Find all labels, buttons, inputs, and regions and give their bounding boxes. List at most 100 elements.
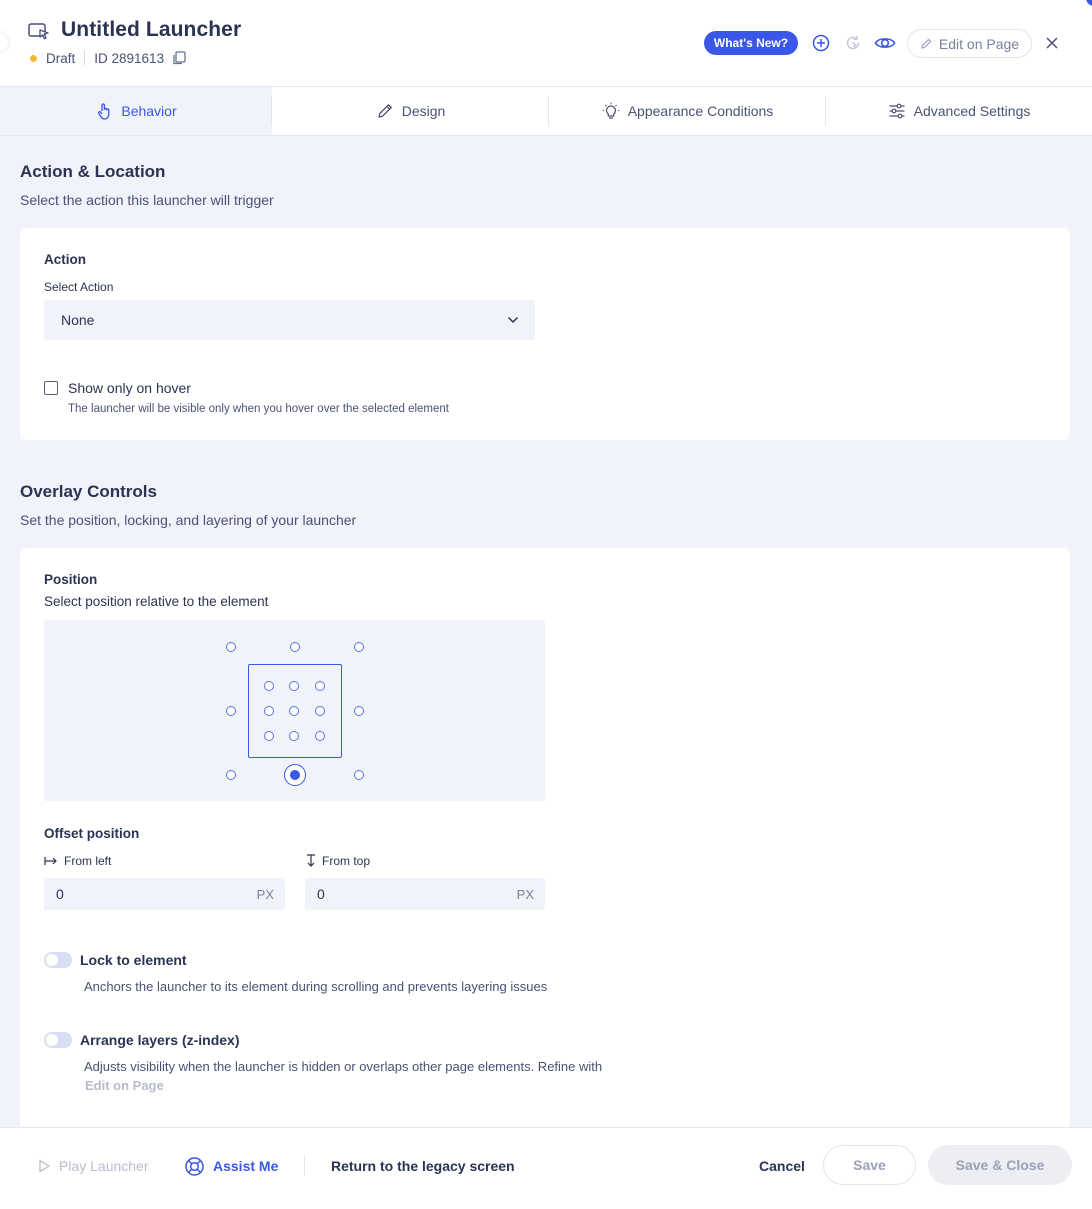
status-row: Draft ID 2891613 [30, 49, 186, 67]
tab-design[interactable]: Design [272, 87, 549, 135]
position-bottom-center[interactable] [284, 764, 306, 786]
position-top-left[interactable] [226, 642, 236, 652]
from-top-value: 0 [317, 886, 325, 902]
section-title-overlay-controls: Overlay Controls [20, 482, 157, 501]
from-top-unit: PX [516, 886, 534, 902]
return-legacy-link[interactable]: Return to the legacy screen [331, 1156, 515, 1176]
save-and-close-button[interactable]: Save & Close [928, 1145, 1072, 1185]
position-bottom-left[interactable] [226, 770, 236, 780]
sliders-icon [889, 103, 905, 119]
arrow-right-bar-icon [44, 857, 57, 865]
page-title[interactable]: Untitled Launcher [61, 18, 241, 42]
from-top-input[interactable]: 0 PX [305, 878, 545, 910]
copy-icon[interactable] [172, 51, 186, 65]
tab-advanced-label: Advanced Settings [913, 103, 1031, 119]
pointer-hand-icon [98, 103, 110, 120]
position-inner-bottom-center[interactable] [289, 731, 299, 741]
launcher-id: ID 2891613 [94, 50, 165, 66]
add-circle-icon[interactable] [811, 33, 831, 53]
select-action-label: Select Action [44, 280, 114, 294]
arrow-down-bar-icon [307, 854, 315, 867]
section-subtitle-overlay-controls: Set the position, locking, and layering … [20, 512, 357, 528]
tab-appearance-conditions[interactable]: Appearance Conditions [549, 87, 826, 135]
position-inner-top-right[interactable] [315, 681, 325, 691]
from-left-input[interactable]: 0 PX [44, 878, 285, 910]
tab-advanced-settings[interactable]: Advanced Settings [826, 87, 1092, 135]
divider [304, 1156, 305, 1176]
select-action-dropdown[interactable]: None [44, 300, 535, 340]
from-top-label-row: From top [306, 854, 370, 868]
lifebuoy-icon [185, 1156, 204, 1176]
from-left-unit: PX [256, 886, 274, 902]
behavior-panel[interactable]: Action & Location Select the action this… [0, 136, 1092, 1127]
lock-to-element-toggle[interactable] [44, 952, 72, 968]
position-inner-top-left[interactable] [264, 681, 274, 691]
tab-behavior-label: Behavior [121, 103, 177, 119]
play-icon [39, 1159, 50, 1173]
edit-on-page-link[interactable]: Edit on Page [85, 1078, 164, 1093]
status-text: Draft [46, 50, 76, 66]
play-launcher-button[interactable]: Play Launcher [37, 1156, 149, 1176]
lock-to-element-description: Anchors the launcher to its element duri… [84, 979, 548, 994]
target-element-box [248, 664, 342, 758]
position-middle-left[interactable] [226, 706, 236, 716]
corner-accent [1086, 0, 1092, 6]
position-inner-middle-left[interactable] [264, 706, 274, 716]
pencil-icon [921, 38, 932, 49]
from-left-value: 0 [56, 886, 64, 902]
section-subtitle-action-location: Select the action this launcher will tri… [20, 192, 274, 208]
tab-behavior[interactable]: Behavior [0, 87, 272, 135]
assist-me-label: Assist Me [213, 1158, 279, 1174]
position-inner-bottom-right[interactable] [315, 731, 325, 741]
launcher-icon [28, 23, 49, 40]
show-on-hover-label[interactable]: Show only on hover [68, 380, 191, 396]
position-inner-bottom-left[interactable] [264, 731, 274, 741]
show-on-hover-description: The launcher will be visible only when y… [68, 403, 449, 415]
status-dot [30, 54, 37, 62]
save-button[interactable]: Save [823, 1145, 916, 1185]
close-icon[interactable] [1044, 35, 1060, 51]
arrange-layers-description: Adjusts visibility when the launcher is … [84, 1059, 603, 1074]
action-card: Action Select Action None Show only on h… [20, 228, 1070, 440]
tab-bar: Behavior Design Appearance Conditions Ad… [0, 87, 1092, 136]
position-inner-top-center[interactable] [289, 681, 299, 691]
position-middle-right[interactable] [354, 706, 364, 716]
editor-footer: Play Launcher Assist Me Return to the le… [0, 1127, 1092, 1209]
assist-me-button[interactable]: Assist Me [184, 1156, 278, 1176]
position-heading: Position [44, 572, 98, 587]
position-subtitle: Select position relative to the element [44, 594, 269, 609]
arrange-layers-label: Arrange layers (z-index) [80, 1032, 240, 1048]
position-top-center[interactable] [290, 642, 300, 652]
from-top-label: From top [322, 854, 371, 868]
position-picker [44, 620, 545, 801]
tab-appearance-label: Appearance Conditions [627, 103, 774, 119]
pencil-icon [378, 104, 392, 118]
tab-design-label: Design [401, 103, 446, 119]
collapse-handle[interactable] [0, 33, 8, 51]
chevron-down-icon [507, 316, 519, 324]
offset-heading: Offset position [44, 826, 140, 841]
lock-to-element-label: Lock to element [80, 952, 187, 968]
position-bottom-right[interactable] [354, 770, 364, 780]
from-left-label: From left [64, 854, 112, 868]
lightbulb-icon [602, 102, 619, 119]
edit-on-page-label: Edit on Page [938, 35, 1020, 52]
edit-on-page-button[interactable]: Edit on Page [907, 29, 1032, 58]
from-left-label-row: From left [44, 854, 111, 868]
arrange-layers-toggle[interactable] [44, 1032, 72, 1048]
play-launcher-label: Play Launcher [59, 1158, 149, 1174]
whats-new-button[interactable]: What's New? [704, 31, 798, 55]
position-top-right[interactable] [354, 642, 364, 652]
refresh-icon[interactable] [843, 33, 863, 53]
action-heading: Action [44, 252, 86, 267]
position-inner-center[interactable] [289, 706, 299, 716]
editor-header: Untitled Launcher Draft ID 2891613 What'… [0, 0, 1092, 87]
section-title-action-location: Action & Location [20, 162, 166, 181]
cancel-button[interactable]: Cancel [759, 1156, 805, 1176]
show-on-hover-checkbox[interactable] [44, 381, 58, 395]
eye-icon[interactable] [874, 33, 896, 53]
divider [84, 51, 86, 65]
overlay-card: Position Select position relative to the… [20, 548, 1070, 1127]
select-action-value: None [61, 312, 95, 328]
position-inner-middle-right[interactable] [315, 706, 325, 716]
